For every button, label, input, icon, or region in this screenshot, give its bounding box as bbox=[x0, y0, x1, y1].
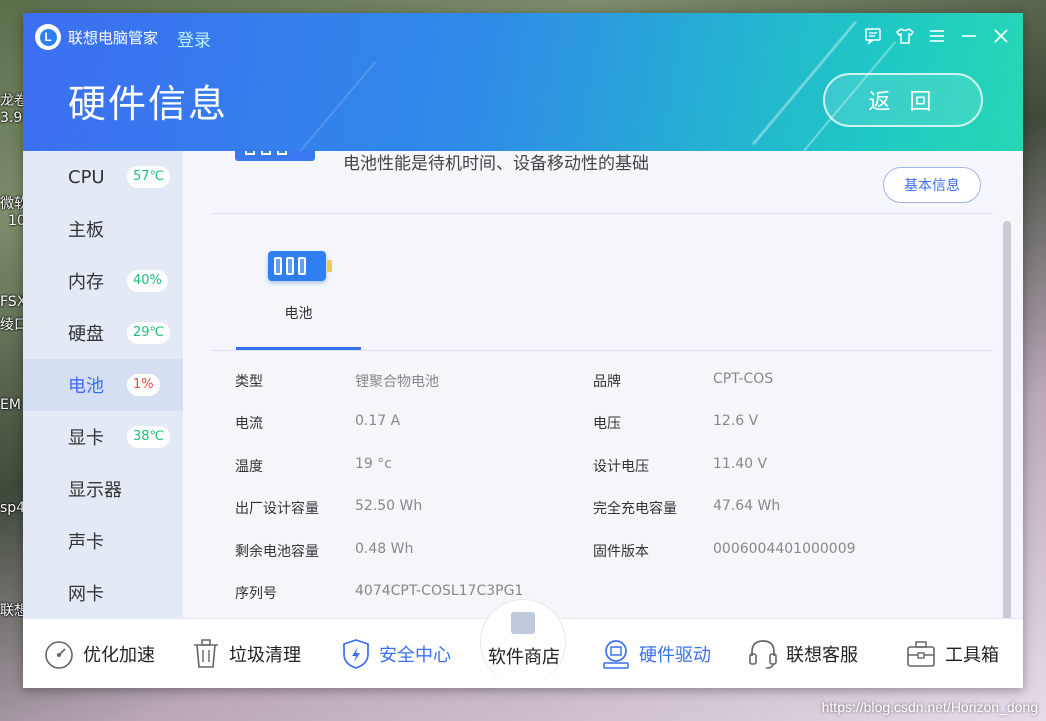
nav-label[interactable]: 软件商店 bbox=[488, 643, 560, 669]
detail-value: 0.48 Wh bbox=[355, 541, 414, 557]
nav-label: 安全中心 bbox=[379, 645, 451, 666]
detail-value: 12.6 V bbox=[713, 413, 759, 429]
sidebar: CPU 57℃ 主板 内存 40% 硬盘 29℃ 电池 1% 显卡 38℃ 显示… bbox=[23, 151, 183, 618]
tab-battery[interactable]: 电池 bbox=[236, 231, 361, 351]
feedback-icon[interactable] bbox=[861, 25, 885, 47]
window-controls bbox=[861, 25, 1013, 47]
shopping-bag-icon bbox=[511, 612, 535, 634]
detail-value: 52.50 Wh bbox=[355, 498, 423, 514]
nav-label: 联想客服 bbox=[786, 645, 858, 666]
divider bbox=[211, 213, 993, 214]
battery-banner-icon bbox=[235, 151, 315, 161]
detail-label: 序列号 bbox=[235, 586, 277, 602]
speedometer-icon bbox=[43, 638, 75, 670]
nav-label: 垃圾清理 bbox=[229, 645, 301, 666]
detail-label: 固件版本 bbox=[593, 544, 649, 560]
headset-icon bbox=[748, 638, 778, 670]
desktop-label: sp4 bbox=[0, 500, 26, 516]
sidebar-item-motherboard[interactable]: 主板 bbox=[23, 203, 183, 255]
sidebar-item-label: 网卡 bbox=[68, 584, 104, 605]
detail-label: 温度 bbox=[235, 459, 263, 475]
app-window: L 联想电脑管家 登录 硬件信息 返 回 CPU 57℃ 主板 内存 40% 硬… bbox=[23, 13, 1023, 688]
sidebar-item-display[interactable]: 显示器 bbox=[23, 463, 183, 515]
sidebar-item-battery[interactable]: 电池 1% bbox=[23, 359, 183, 411]
tab-label: 电池 bbox=[284, 306, 313, 322]
nav-toolbox[interactable]: 工具箱 bbox=[905, 619, 999, 688]
nav-label: 工具箱 bbox=[945, 645, 999, 666]
minimize-icon[interactable] bbox=[957, 25, 981, 47]
detail-label: 剩余电池容量 bbox=[235, 544, 319, 560]
nav-label: 硬件驱动 bbox=[639, 645, 711, 666]
detail-value: 11.40 V bbox=[713, 456, 768, 472]
main-panel: 电池性能是待机时间、设备移动性的基础 基本信息 电池 类型 锂聚合物电池 品牌 … bbox=[183, 151, 1023, 618]
status-badge: 40% bbox=[127, 270, 168, 292]
status-badge: 38℃ bbox=[127, 426, 171, 448]
watermark: https://blog.csdn.net/Horizon_dong bbox=[821, 699, 1038, 715]
menu-icon[interactable] bbox=[925, 25, 949, 47]
detail-value: 4074CPT-COSL17C3PG1 bbox=[355, 583, 524, 599]
login-link[interactable]: 登录 bbox=[177, 26, 211, 51]
nav-security[interactable]: 安全中心 bbox=[341, 619, 451, 688]
close-icon[interactable] bbox=[989, 25, 1013, 47]
sidebar-item-label: CPU bbox=[68, 166, 105, 188]
detail-value: 0006004401000009 bbox=[713, 541, 856, 557]
hardware-driver-icon bbox=[601, 638, 631, 670]
detail-label: 完全充电容量 bbox=[593, 501, 677, 517]
detail-value: 47.64 Wh bbox=[713, 498, 781, 514]
status-badge: 1% bbox=[127, 374, 160, 396]
sidebar-item-label: 硬盘 bbox=[68, 324, 104, 345]
detail-value: 19 °c bbox=[355, 456, 392, 472]
detail-value: 0.17 A bbox=[355, 413, 401, 429]
sidebar-item-label: 显卡 bbox=[68, 428, 104, 449]
detail-value: 锂聚合物电池 bbox=[355, 374, 439, 390]
shield-icon bbox=[341, 638, 371, 670]
sidebar-item-memory[interactable]: 内存 40% bbox=[23, 255, 183, 307]
sidebar-item-network[interactable]: 网卡 bbox=[23, 567, 183, 619]
nav-support[interactable]: 联想客服 bbox=[748, 619, 858, 688]
sidebar-item-gpu[interactable]: 显卡 38℃ bbox=[23, 411, 183, 463]
nav-clean[interactable]: 垃圾清理 bbox=[191, 619, 301, 688]
app-logo-icon: L bbox=[35, 24, 61, 50]
desktop-label: EM bbox=[0, 397, 21, 413]
nav-optimize[interactable]: 优化加速 bbox=[43, 619, 155, 688]
page-title: 硬件信息 bbox=[68, 82, 229, 126]
status-badge: 29℃ bbox=[127, 322, 171, 344]
sidebar-item-label: 内存 bbox=[68, 272, 104, 293]
trash-icon bbox=[191, 638, 221, 670]
sidebar-item-cpu[interactable]: CPU 57℃ bbox=[23, 151, 183, 203]
detail-label: 电压 bbox=[593, 416, 621, 432]
nav-label: 优化加速 bbox=[83, 645, 155, 666]
bottom-nav: 优化加速 垃圾清理 安全中心 软件商店 硬件驱动 联想客服 工具箱 bbox=[23, 599, 1023, 688]
skin-icon[interactable] bbox=[893, 25, 917, 47]
detail-label: 电流 bbox=[235, 416, 263, 432]
detail-label: 设计电压 bbox=[593, 459, 649, 475]
header: L 联想电脑管家 登录 硬件信息 返 回 bbox=[23, 13, 1023, 151]
sidebar-item-label: 主板 bbox=[68, 220, 104, 241]
battery-icon bbox=[268, 251, 332, 281]
divider bbox=[211, 350, 993, 351]
detail-label: 类型 bbox=[235, 374, 263, 390]
nav-driver[interactable]: 硬件驱动 bbox=[601, 619, 711, 688]
sidebar-item-label: 显示器 bbox=[68, 480, 122, 501]
detail-label: 出厂设计容量 bbox=[235, 501, 319, 517]
detail-value: CPT-COS bbox=[713, 371, 774, 387]
status-badge: 57℃ bbox=[127, 166, 171, 188]
sidebar-item-label: 电池 bbox=[68, 376, 104, 397]
back-button[interactable]: 返 回 bbox=[823, 73, 983, 127]
toolbox-icon bbox=[905, 638, 937, 670]
app-title: 联想电脑管家 bbox=[68, 29, 159, 47]
sidebar-item-label: 声卡 bbox=[68, 532, 104, 553]
detail-label: 品牌 bbox=[593, 374, 621, 390]
sidebar-item-disk[interactable]: 硬盘 29℃ bbox=[23, 307, 183, 359]
scrollbar[interactable] bbox=[1003, 221, 1011, 618]
sidebar-item-sound[interactable]: 声卡 bbox=[23, 515, 183, 567]
section-subtitle: 电池性能是待机时间、设备移动性的基础 bbox=[343, 154, 649, 174]
basic-info-button[interactable]: 基本信息 bbox=[883, 167, 981, 203]
